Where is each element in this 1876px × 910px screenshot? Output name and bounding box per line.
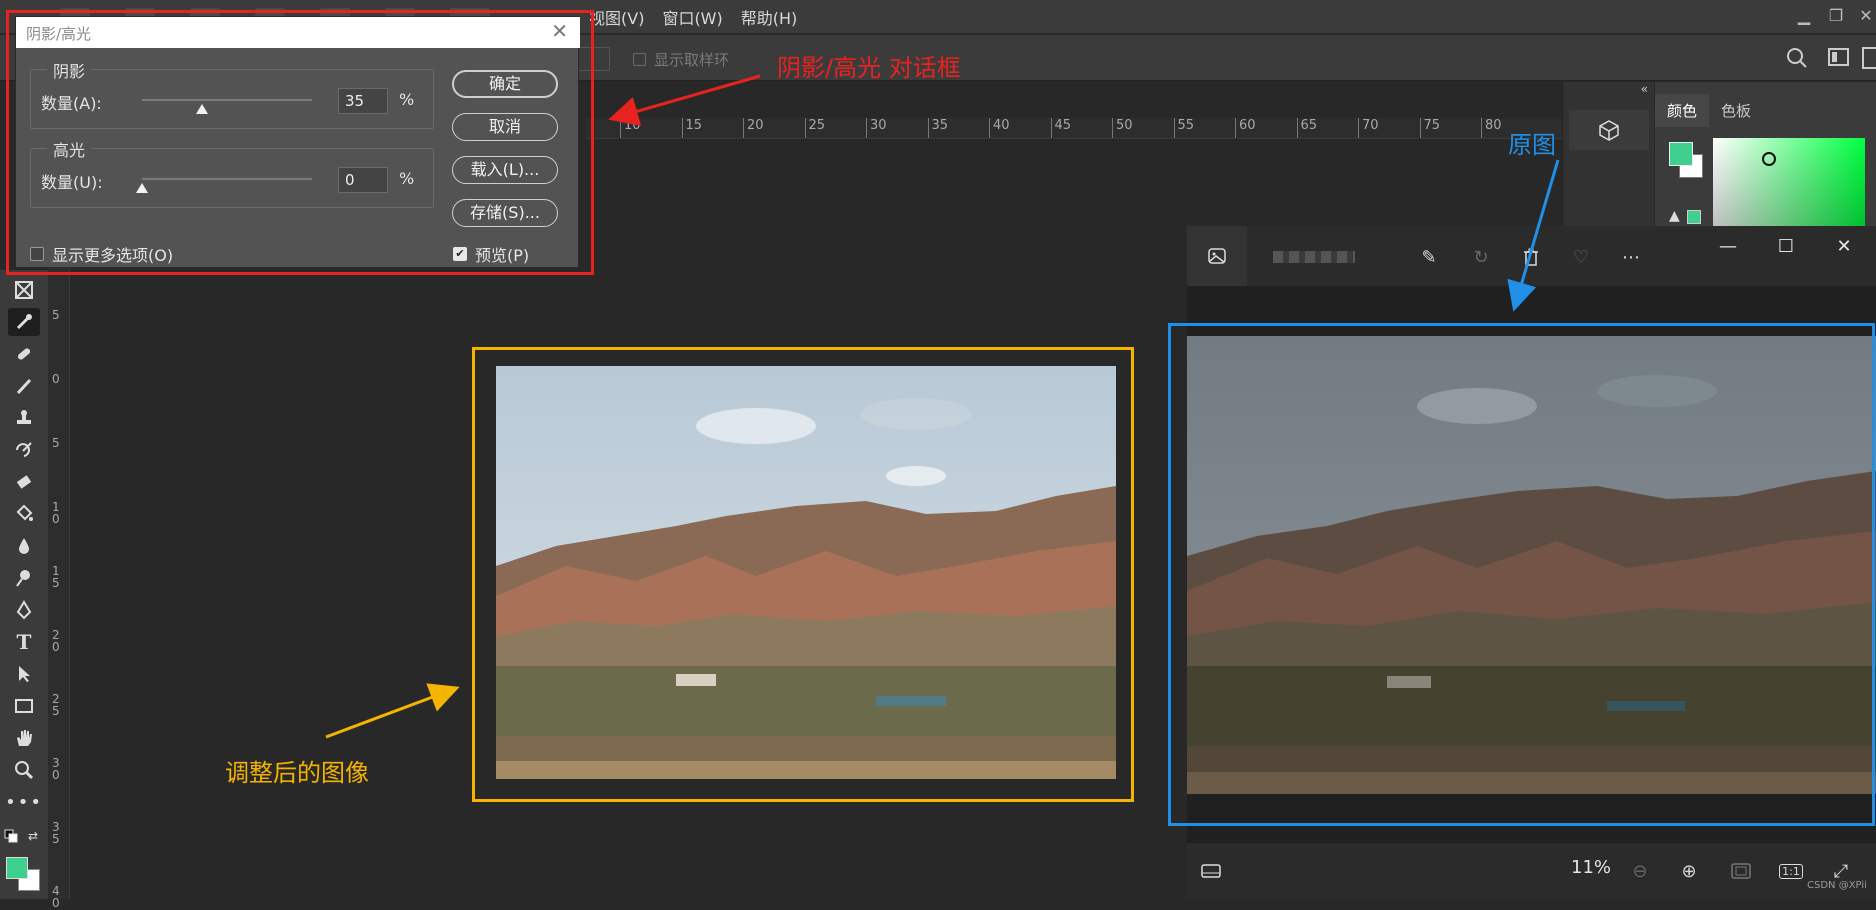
- ruler-top-tick: 70: [1358, 118, 1379, 138]
- actual-size-button[interactable]: 1:1: [1777, 857, 1805, 885]
- websafe-color-swatch[interactable]: [1687, 210, 1701, 224]
- zoom-icon[interactable]: [8, 756, 40, 784]
- ruler-top-tick: 15: [681, 118, 703, 138]
- ruler-top-tick: 25: [804, 118, 826, 138]
- healing-brush-icon[interactable]: [8, 340, 40, 368]
- color-panel-tabs: 颜色 色板: [1655, 94, 1763, 127]
- ruler-left-tick: 25: [52, 692, 60, 718]
- favorite-icon[interactable]: ♡: [1568, 244, 1594, 270]
- path-selection-icon[interactable]: [8, 660, 40, 688]
- swap-colors-icon[interactable]: ⇄: [24, 828, 42, 844]
- color-spectrum[interactable]: [1713, 138, 1865, 228]
- minimize-button[interactable]: ▁: [1792, 4, 1816, 28]
- dodge-icon[interactable]: [8, 564, 40, 592]
- ruler-left-tick: 10: [52, 500, 60, 526]
- sample-ring-checkbox[interactable]: [633, 53, 646, 66]
- menu-window[interactable]: 窗口(W): [653, 5, 731, 29]
- collapse-chevron-icon[interactable]: «: [1641, 82, 1648, 96]
- ruler-left-tick: 40: [52, 884, 60, 910]
- paint-bucket-icon[interactable]: [8, 500, 40, 528]
- viewer-maximize-button[interactable]: ☐: [1771, 236, 1801, 260]
- viewer-minimize-button[interactable]: —: [1713, 236, 1743, 260]
- rotate-icon[interactable]: ↻: [1468, 244, 1494, 270]
- gamut-warning-icon[interactable]: ▲: [1669, 208, 1680, 224]
- ruler-top-tick: 40: [989, 118, 1010, 138]
- ruler-top-tick: 10: [620, 118, 641, 138]
- ruler-top-tick: 35: [927, 118, 949, 138]
- adjusted-arrow: [325, 683, 460, 739]
- type-tool-icon[interactable]: T: [8, 628, 40, 656]
- color-picker-ring[interactable]: [1762, 152, 1776, 166]
- more-options-icon[interactable]: ⋯: [1618, 244, 1644, 270]
- ruler-top-tick: 20: [743, 118, 764, 138]
- edit-image-icon[interactable]: ✎: [1416, 244, 1442, 270]
- tab-swatches[interactable]: 色板: [1709, 94, 1763, 127]
- sample-ring-label: 显示取样环: [654, 51, 730, 69]
- zoom-level: 11%: [1571, 857, 1612, 878]
- viewer-footer: 11% ⊖ ⊕ 1:1 ⤢: [1187, 843, 1876, 899]
- hand-icon[interactable]: [8, 724, 40, 752]
- ruler-top-tick: 60: [1235, 118, 1256, 138]
- file-name-redacted: [1273, 251, 1355, 263]
- delete-icon[interactable]: [1518, 244, 1544, 270]
- ruler-left-tick: 5: [52, 308, 60, 322]
- eraser-icon[interactable]: [8, 468, 40, 496]
- color-panel: 颜色 色板 ▲: [1655, 82, 1876, 228]
- frame-tool-icon[interactable]: [8, 276, 40, 304]
- zoom-out-icon[interactable]: ⊖: [1626, 857, 1654, 885]
- ruler-left-tick: 15: [52, 564, 60, 590]
- filmstrip-icon[interactable]: [1197, 857, 1225, 885]
- search-icon[interactable]: [1786, 47, 1808, 73]
- more-tools-icon[interactable]: •••: [5, 788, 41, 816]
- show-sample-ring-option[interactable]: 显示取样环: [633, 49, 729, 70]
- eyedropper-icon[interactable]: [8, 308, 40, 336]
- blur-icon[interactable]: [8, 532, 40, 560]
- viewer-header: ✎ ↻ ♡ ⋯ — ☐ ✕: [1187, 226, 1876, 286]
- menu-list: 视图(V) 窗口(W) 帮助(H): [580, 0, 806, 34]
- workspace-icon[interactable]: [1828, 47, 1850, 71]
- ruler-top-tick: 80: [1481, 118, 1502, 138]
- actual-size-label: 1:1: [1779, 863, 1803, 879]
- adjusted-image-highlight-frame: [472, 347, 1134, 802]
- zoom-in-icon[interactable]: ⊕: [1675, 857, 1703, 885]
- panel-edge-icon[interactable]: [1862, 47, 1876, 69]
- ruler-left-tick: 5: [52, 436, 60, 450]
- ruler-top-tick: 75: [1419, 118, 1441, 138]
- clone-stamp-icon[interactable]: [8, 404, 40, 432]
- ruler-top-tick: 55: [1173, 118, 1195, 138]
- rectangle-tool-icon[interactable]: [8, 692, 40, 720]
- ruler-left-tick: 30: [52, 756, 60, 782]
- viewer-close-button[interactable]: ✕: [1829, 236, 1859, 260]
- ruler-left-tick: 20: [52, 628, 60, 654]
- ruler-left-tick: 0: [52, 372, 60, 386]
- restore-button[interactable]: ❐: [1824, 4, 1848, 28]
- original-annotation-label: 原图: [1508, 131, 1556, 159]
- tab-color[interactable]: 颜色: [1655, 94, 1710, 127]
- original-image-highlight-frame: [1168, 323, 1875, 826]
- dialog-arrow: [608, 74, 761, 126]
- 3d-panel-icon[interactable]: [1569, 110, 1649, 150]
- dialog-annotation-label: 阴影/高光 对话框: [777, 54, 961, 82]
- pen-icon[interactable]: [8, 596, 40, 624]
- ruler-top-tick: 45: [1050, 118, 1072, 138]
- fit-to-window-icon[interactable]: [1727, 857, 1755, 885]
- foreground-color-swatch[interactable]: [6, 857, 28, 879]
- adjusted-annotation-label: 调整后的图像: [225, 759, 369, 787]
- photos-app-icon: [1187, 226, 1247, 286]
- menu-help[interactable]: 帮助(H): [732, 5, 807, 29]
- close-button[interactable]: ✕: [1854, 4, 1876, 28]
- dialog-highlight-frame: [6, 10, 594, 275]
- tools-panel: T ••• ⇄: [0, 270, 48, 899]
- brush-icon[interactable]: [8, 372, 40, 400]
- ruler-top-tick: 65: [1296, 118, 1318, 138]
- ruler-top-tick: 30: [866, 118, 887, 138]
- ruler-top: 10 15 20 25 30 35 40 45 50 55 60 65 70 75 80: [586, 118, 1562, 139]
- default-colors-icon[interactable]: [2, 828, 20, 844]
- watermark: CSDN @XPii: [1807, 880, 1867, 891]
- ruler-left-tick: 35: [52, 820, 60, 846]
- ruler-top-tick: 50: [1112, 118, 1133, 138]
- panel-foreground-color[interactable]: [1669, 142, 1693, 166]
- history-brush-icon[interactable]: [8, 436, 40, 464]
